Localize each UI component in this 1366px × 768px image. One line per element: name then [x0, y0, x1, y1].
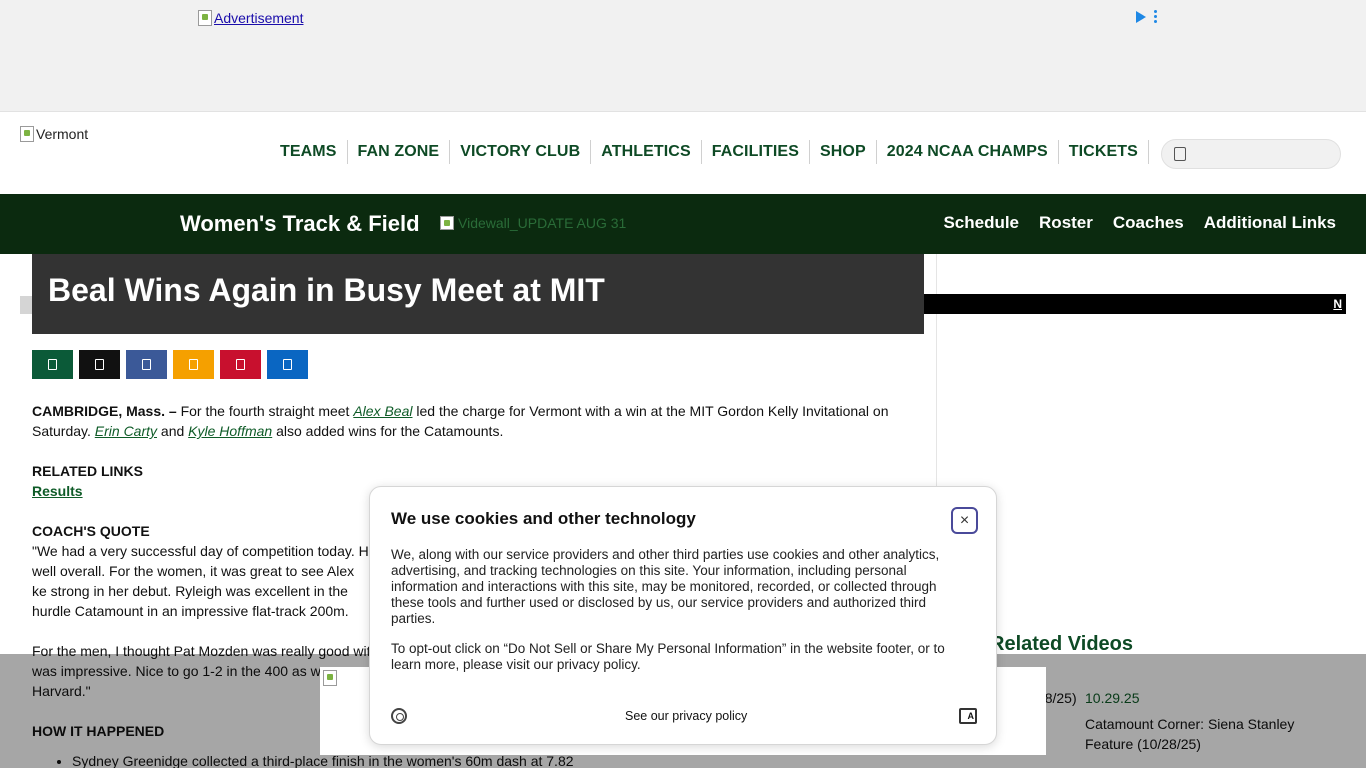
- close-button[interactable]: ×: [951, 507, 978, 534]
- facebook-icon: [142, 359, 151, 370]
- share-email-button[interactable]: [32, 350, 73, 379]
- sport-title[interactable]: Women's Track & Field: [180, 211, 420, 237]
- nav-tickets[interactable]: TICKETS: [1059, 140, 1149, 164]
- top-ad-banner[interactable]: Advertisement: [0, 0, 1366, 112]
- share-linkedin-button[interactable]: [267, 350, 308, 379]
- sport-nav-schedule[interactable]: Schedule: [943, 213, 1019, 233]
- share-rss-button[interactable]: [173, 350, 214, 379]
- sponsor-alt-text: Videwall_UPDATE AUG 31: [458, 215, 627, 231]
- rss-icon: [189, 359, 198, 370]
- cookie-opt-out-text: To opt-out click on “Do Not Sell or Shar…: [391, 641, 945, 672]
- bottom-ad-broken-image-icon: [323, 670, 337, 686]
- share-buttons: [32, 350, 308, 379]
- nav-teams[interactable]: TEAMS: [270, 140, 348, 164]
- site-logo[interactable]: Vermont: [20, 126, 88, 142]
- coach-quote-p1: "We had a very successful day of competi…: [32, 543, 369, 619]
- linkedin-icon: [283, 359, 292, 370]
- intro-text-4: also added wins for the Catamounts.: [272, 423, 504, 439]
- broken-image-icon: [198, 10, 212, 26]
- site-header: Vermont TEAMS FAN ZONE VICTORY CLUB ATHL…: [0, 114, 1366, 194]
- results-link[interactable]: Results: [32, 483, 83, 499]
- logo-alt-text[interactable]: Vermont: [36, 126, 88, 142]
- hero-image-edge: [20, 296, 32, 314]
- cookie-consent-dialog: We use cookies and other technology × We…: [369, 486, 997, 745]
- x-icon: [95, 359, 104, 370]
- share-pinterest-button[interactable]: [220, 350, 261, 379]
- nav-fan-zone[interactable]: FAN ZONE: [348, 140, 451, 164]
- advertisement-alt-text[interactable]: Advertisement: [214, 10, 303, 26]
- athlete-link-erin-carty[interactable]: Erin Carty: [95, 423, 157, 439]
- nav-facilities[interactable]: FACILITIES: [702, 140, 810, 164]
- nav-shop[interactable]: SHOP: [810, 140, 877, 164]
- adchoices-icon[interactable]: [1136, 10, 1146, 23]
- settings-gear-icon[interactable]: [391, 708, 407, 724]
- sport-nav-roster[interactable]: Roster: [1039, 213, 1093, 233]
- sport-navbar: Women's Track & Field Videwall_UPDATE AU…: [0, 194, 1366, 254]
- ad-choices[interactable]: [1136, 10, 1158, 23]
- ad-menu-icon[interactable]: [1154, 10, 1158, 23]
- privacy-policy-link[interactable]: See our privacy policy: [625, 709, 747, 723]
- related-links-heading: RELATED LINKS: [32, 463, 143, 479]
- sport-nav-additional-links[interactable]: Additional Links: [1204, 213, 1336, 233]
- share-x-button[interactable]: [79, 350, 120, 379]
- headline-box: Beal Wins Again in Busy Meet at MIT: [32, 254, 924, 334]
- intro-text-3: and: [157, 423, 189, 439]
- sport-nav-links: Schedule Roster Coaches Additional Links: [943, 213, 1336, 233]
- main-nav: TEAMS FAN ZONE VICTORY CLUB ATHLETICS FA…: [270, 140, 1149, 164]
- nav-2024-ncaa-champs[interactable]: 2024 NCAA CHAMPS: [877, 140, 1059, 164]
- cookie-title: We use cookies and other technology: [391, 509, 696, 528]
- search-input[interactable]: [1194, 144, 1334, 164]
- share-facebook-button[interactable]: [126, 350, 167, 379]
- n-logo-icon[interactable]: N: [1333, 297, 1342, 311]
- rail-ad-banner[interactable]: N: [924, 294, 1346, 314]
- athlete-link-alex-beal[interactable]: Alex Beal: [353, 403, 412, 419]
- athlete-link-kyle-hoffman[interactable]: Kyle Hoffman: [188, 423, 272, 439]
- pinterest-icon: [236, 359, 245, 370]
- article-intro: CAMBRIDGE, Mass. – For the fourth straig…: [32, 401, 902, 441]
- related-videos-heading: Related Videos: [990, 633, 1134, 655]
- search-box[interactable]: [1161, 139, 1341, 169]
- sponsor-broken-image-icon: [440, 216, 454, 230]
- dateline: CAMBRIDGE, Mass. –: [32, 403, 177, 419]
- sponsor-image[interactable]: Videwall_UPDATE AUG 31: [440, 215, 626, 231]
- advertisement-image-link[interactable]: Advertisement: [198, 10, 303, 26]
- cookie-body-text: We, along with our service providers and…: [391, 547, 940, 626]
- logo-broken-image-icon: [20, 126, 34, 142]
- intro-text-1: For the fourth straight meet: [176, 403, 354, 419]
- nav-athletics[interactable]: ATHLETICS: [591, 140, 702, 164]
- sport-nav-coaches[interactable]: Coaches: [1113, 213, 1184, 233]
- nav-victory-club[interactable]: VICTORY CLUB: [450, 140, 592, 164]
- translate-icon[interactable]: A: [959, 708, 977, 724]
- article-headline: Beal Wins Again in Busy Meet at MIT: [48, 272, 605, 308]
- email-icon: [48, 359, 57, 370]
- close-icon: ×: [959, 511, 970, 529]
- search-icon[interactable]: [1174, 147, 1186, 161]
